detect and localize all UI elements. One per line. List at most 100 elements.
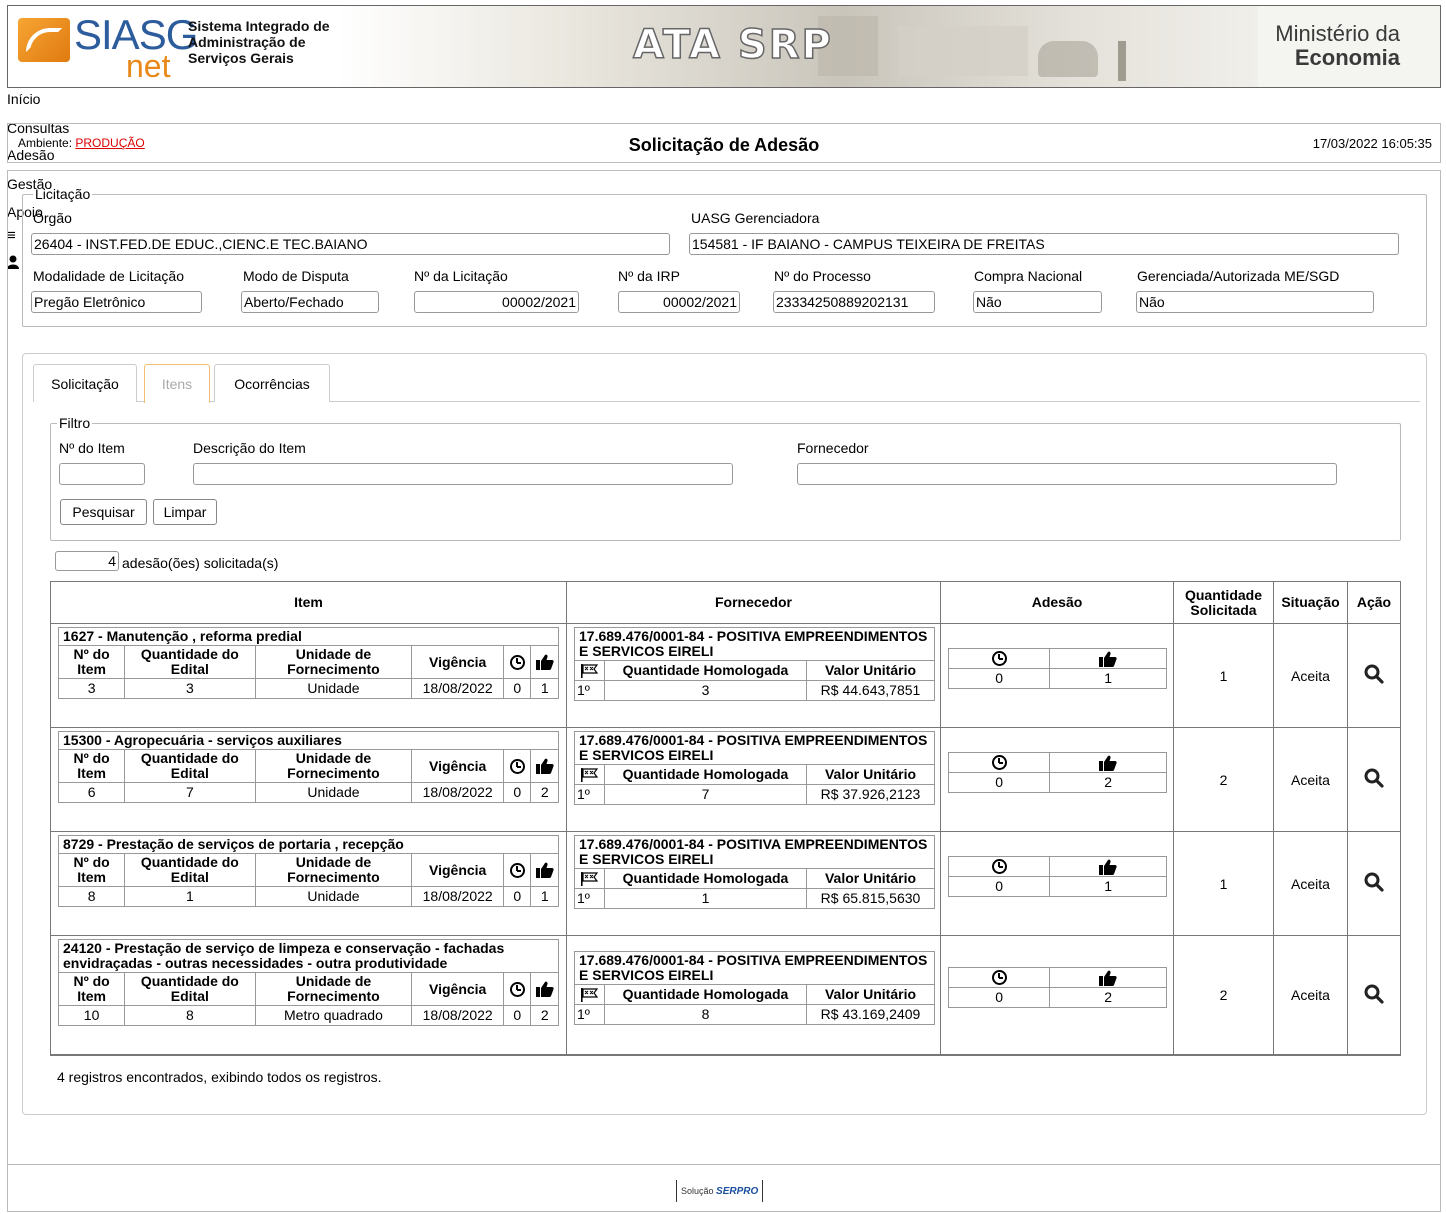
col-qtd-edital: Quantidade do Edital: [124, 749, 256, 783]
clock-icon: [947, 967, 1051, 988]
unidade-value: Unidade: [254, 886, 413, 907]
col-vigencia: Vigência: [411, 749, 504, 783]
modo-disputa-field[interactable]: Aberto/Fechado: [241, 291, 379, 313]
adesoes-count-label: adesão(ões) solicitada(s): [122, 555, 279, 571]
quantidade-solicitada: 2: [1174, 728, 1274, 832]
system-description: Sistema Integrado de Administração de Se…: [188, 18, 330, 66]
col-unidade: Unidade de Fornecimento: [254, 645, 413, 679]
num-licitacao-label: Nº da Licitação: [414, 268, 508, 284]
menu-inicio[interactable]: Início: [7, 91, 40, 107]
fornecedor-cell: 17.689.476/0001-84 - POSITIVA EMPREENDIM…: [567, 624, 941, 728]
clock-icon: [502, 972, 532, 1006]
view-details-search-icon[interactable]: [1364, 984, 1384, 1007]
qtd-edital-value: 1: [124, 886, 256, 907]
header-situacao: Situação: [1274, 582, 1348, 624]
valor-unitario-value: R$ 65.815,5630: [806, 888, 935, 909]
tab-itens[interactable]: Itens: [144, 364, 210, 403]
irp-field[interactable]: 00002/2021: [618, 291, 740, 313]
view-details-search-icon[interactable]: [1364, 872, 1384, 895]
thumbs-up-icon: [1049, 856, 1167, 877]
view-details-search-icon[interactable]: [1364, 768, 1384, 791]
clock-icon: [947, 752, 1051, 773]
fornecedor-input[interactable]: [797, 463, 1337, 485]
uasg-label: UASG Gerenciadora: [691, 210, 820, 226]
serpro-logo: Solução SERPRO: [676, 1180, 764, 1202]
descricao-input[interactable]: [193, 463, 733, 485]
pending-value: 0: [502, 782, 532, 803]
compra-nacional-label: Compra Nacional: [974, 268, 1083, 284]
irp-label: Nº da IRP: [618, 268, 680, 284]
tab-ocorrencias[interactable]: Ocorrências: [214, 364, 330, 402]
vigencia-value: 18/08/2022: [411, 782, 504, 803]
records-found: 4 registros encontrados, exibindo todos …: [57, 1069, 382, 1085]
num-item-value: 3: [57, 678, 126, 699]
banner-title: ATA SRP: [632, 21, 833, 69]
num-item-value: 6: [57, 782, 126, 803]
num-item-value: 10: [57, 1005, 126, 1026]
compra-nacional-field[interactable]: Não: [973, 291, 1102, 313]
situacao: Aceita: [1274, 936, 1348, 1055]
serpro-text: SERPRO: [716, 1186, 759, 1197]
view-details-search-icon[interactable]: [1364, 664, 1384, 687]
col-qtd-homologada: Quantidade Homologada: [604, 660, 807, 681]
rank-value: 1º: [574, 680, 605, 701]
quantidade-solicitada: 2: [1174, 936, 1274, 1055]
item-title: 8729 - Prestação de serviços de portaria…: [58, 835, 559, 854]
acao-cell: [1348, 936, 1400, 1055]
unidade-value: Unidade: [254, 678, 413, 699]
adesao-table: 0 2: [947, 967, 1167, 1008]
rank-value: 1º: [574, 888, 605, 909]
valor-unitario-value: R$ 37.926,2123: [806, 784, 935, 805]
clock-icon: [947, 648, 1051, 669]
footer-divider: [7, 1164, 1441, 1165]
limpar-button[interactable]: Limpar: [153, 499, 217, 525]
modo-disputa-label: Modo de Disputa: [243, 268, 349, 284]
item-table: 24120 - Prestação de serviço de limpeza …: [57, 939, 559, 1026]
pesquisar-button[interactable]: Pesquisar: [60, 499, 147, 525]
qtd-edital-value: 3: [124, 678, 256, 699]
situacao: Aceita: [1274, 832, 1348, 936]
licitacao-legend: Licitação: [35, 186, 91, 202]
num-item-input[interactable]: [59, 463, 145, 485]
item-title: 24120 - Prestação de serviço de limpeza …: [58, 939, 559, 973]
rank-value: 1º: [574, 1004, 605, 1025]
system-desc-line: Sistema Integrado de: [188, 18, 330, 34]
quantidade-solicitada: 1: [1174, 624, 1274, 728]
col-vigencia: Vigência: [411, 645, 504, 679]
col-qtd-edital: Quantidade do Edital: [124, 853, 256, 887]
col-num-item: Nº do Item: [57, 853, 126, 887]
item-cell: 15300 - Agropecuária - serviços auxiliar…: [51, 728, 567, 832]
fornecedor-name: 17.689.476/0001-84 - POSITIVA EMPREENDIM…: [574, 951, 935, 985]
system-desc-line: Serviços Gerais: [188, 50, 294, 66]
approved-value: 1: [530, 678, 559, 699]
processo-label: Nº do Processo: [774, 268, 871, 284]
qtd-homologada-value: 1: [604, 888, 807, 909]
adesao-approved-value: 1: [1049, 876, 1167, 897]
col-num-item: Nº do Item: [57, 972, 126, 1006]
approved-value: 1: [530, 886, 559, 907]
gerenciada-label: Gerenciada/Autorizada ME/SGD: [1137, 268, 1340, 284]
qtd-edital-value: 8: [124, 1005, 256, 1026]
item-cell: 8729 - Prestação de serviços de portaria…: [51, 832, 567, 936]
uasg-field[interactable]: 154581 - IF BAIANO - CAMPUS TEIXEIRA DE …: [689, 233, 1399, 255]
modalidade-field[interactable]: Pregão Eletrônico: [31, 291, 202, 313]
fornecedor-table: 17.689.476/0001-84 - POSITIVA EMPREENDIM…: [574, 627, 935, 701]
col-unidade: Unidade de Fornecimento: [254, 853, 413, 887]
fornecedor-table: 17.689.476/0001-84 - POSITIVA EMPREENDIM…: [574, 835, 935, 909]
orgao-field[interactable]: 26404 - INST.FED.DE EDUC.,CIENC.E TEC.BA…: [31, 233, 670, 255]
rank-value: 1º: [574, 784, 605, 805]
page-title: Solicitação de Adesão: [628, 135, 820, 155]
col-qtd-homologada: Quantidade Homologada: [604, 764, 807, 785]
col-valor-unitario: Valor Unitário: [806, 764, 935, 785]
siasgnet-logo: SIASG net Sistema Integrado de Administr…: [8, 6, 338, 87]
clock-icon: [502, 853, 532, 887]
item-cell: 1627 - Manutenção , reforma predial Nº d…: [51, 624, 567, 728]
gerenciada-field[interactable]: Não: [1136, 291, 1374, 313]
acao-cell: [1348, 624, 1400, 728]
col-num-item: Nº do Item: [57, 645, 126, 679]
num-licitacao-field[interactable]: 00002/2021: [414, 291, 579, 313]
tab-solicitacao[interactable]: Solicitação: [33, 364, 137, 402]
vigencia-value: 18/08/2022: [411, 886, 504, 907]
situacao: Aceita: [1274, 624, 1348, 728]
processo-field[interactable]: 23334250889202131: [773, 291, 935, 313]
